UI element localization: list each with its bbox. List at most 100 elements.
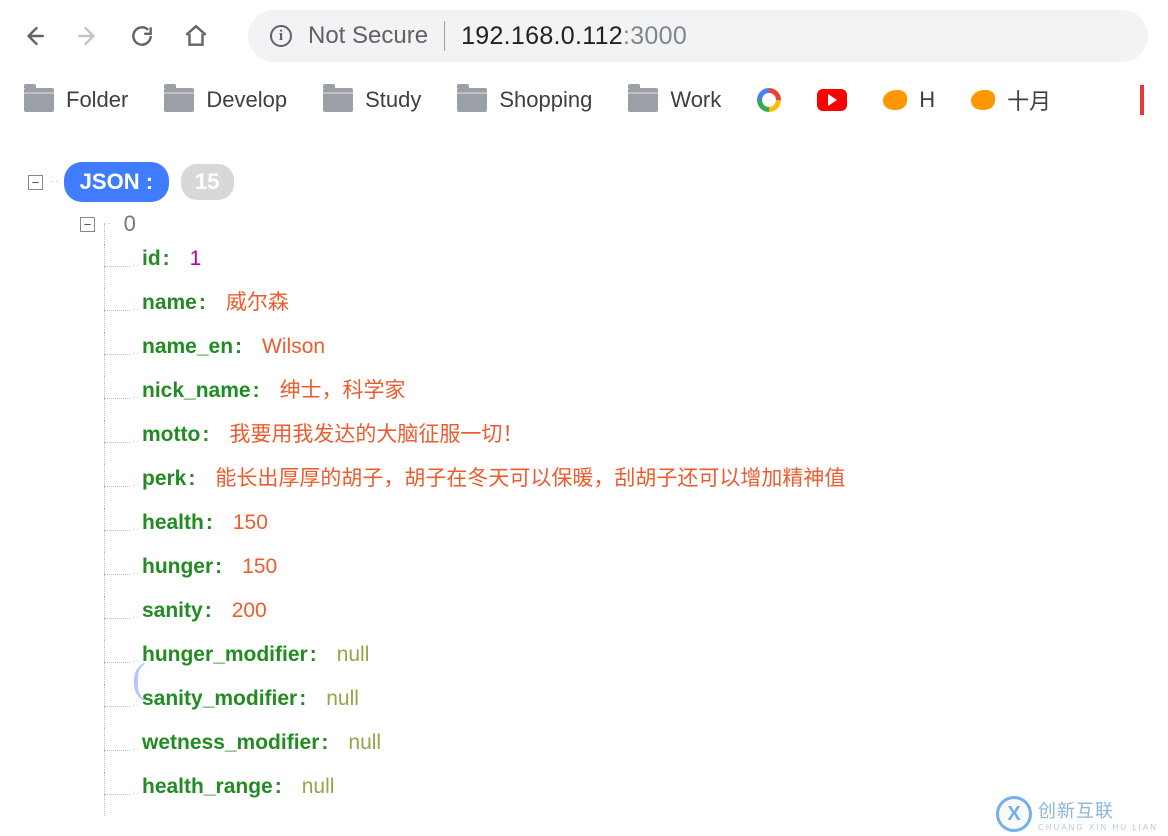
bookmark-label: Study: [365, 87, 421, 113]
json-kv-row[interactable]: ··nick_name :绅士，科学家: [142, 376, 1148, 420]
json-key: wetness_modifier: [142, 728, 319, 757]
json-colon: :: [206, 508, 213, 537]
json-value: 能长出厚厚的胡子，胡子在冬天可以保暖，刮胡子还可以增加精神值: [215, 464, 845, 493]
json-root-row: − ·· JSON : 15: [28, 160, 1148, 204]
url-display: 192.168.0.112:3000: [461, 22, 687, 51]
json-kv-row[interactable]: ··motto :我要用我发达的大脑征服一切！: [142, 420, 1148, 464]
json-value: null: [348, 728, 381, 757]
url-separator: [444, 21, 445, 51]
security-label: Not Secure: [308, 22, 428, 50]
bookmark-develop[interactable]: Develop: [164, 87, 287, 113]
json-key: hunger_modifier: [142, 640, 308, 669]
bookmark-google[interactable]: [757, 88, 781, 112]
tree-connector: ··: [51, 175, 60, 189]
json-kv-row[interactable]: ··sanity :200: [142, 596, 1148, 640]
back-button[interactable]: [20, 22, 48, 50]
json-tree-viewer: − ·· JSON : 15 − ·· 0 ··id :1··name :威尔森…: [0, 128, 1168, 824]
collapse-icon[interactable]: −: [80, 217, 95, 232]
json-key: name_en: [142, 332, 233, 361]
browser-toolbar: i Not Secure 192.168.0.112:3000: [0, 0, 1168, 72]
bookmark-label: Develop: [206, 87, 287, 113]
json-count-badge: 15: [181, 164, 233, 201]
json-colon: :: [188, 464, 195, 493]
json-value: 绅士，科学家: [280, 376, 406, 405]
json-index-label[interactable]: 0: [124, 209, 136, 240]
watermark-logo-icon: X: [996, 796, 1032, 832]
json-value: null: [326, 684, 359, 713]
bookmark-label: Shopping: [499, 87, 592, 113]
forward-button[interactable]: [74, 22, 102, 50]
google-icon: [757, 88, 781, 112]
blob-icon: [971, 90, 995, 110]
home-button[interactable]: [182, 22, 210, 50]
folder-icon: [323, 88, 353, 112]
json-colon: :: [275, 772, 282, 801]
json-kv-row[interactable]: ··sanity_modifier :null: [142, 684, 1148, 728]
json-key: nick_name: [142, 376, 251, 405]
json-kv-row[interactable]: ··hunger :150: [142, 552, 1148, 596]
json-colon: :: [205, 596, 212, 625]
bookmark-label: H: [919, 87, 935, 113]
bookmarks-bar: Folder Develop Study Shopping Work H 十月: [0, 72, 1168, 128]
reload-button[interactable]: [128, 22, 156, 50]
json-colon: :: [235, 332, 242, 361]
json-kv-row[interactable]: ··wetness_modifier :null: [142, 728, 1148, 772]
json-value: null: [302, 772, 335, 801]
watermark: X 创新互联 CHUANG XIN HU LIAN: [996, 796, 1158, 832]
collapse-icon[interactable]: −: [28, 175, 43, 190]
json-value: Wilson: [262, 332, 325, 361]
url-host: 192.168.0.112: [461, 22, 623, 50]
json-key: id: [142, 244, 161, 273]
json-kv-row[interactable]: ··hunger_modifier :null: [142, 640, 1148, 684]
bookmark-folder[interactable]: Folder: [24, 87, 128, 113]
bookmark-youtube[interactable]: [817, 89, 847, 111]
json-colon: :: [163, 244, 170, 273]
folder-icon: [24, 88, 54, 112]
json-kv-row[interactable]: ··health :150: [142, 508, 1148, 552]
json-colon: :: [215, 552, 222, 581]
bookmark-label: 十月: [1007, 84, 1051, 116]
json-key: name: [142, 288, 197, 317]
address-bar[interactable]: i Not Secure 192.168.0.112:3000: [248, 10, 1148, 62]
youtube-icon: [817, 89, 847, 111]
json-colon: :: [202, 420, 209, 449]
folder-icon: [457, 88, 487, 112]
json-root-badge[interactable]: JSON :: [64, 162, 169, 203]
json-key: health_range: [142, 772, 273, 801]
json-key: sanity: [142, 596, 203, 625]
bookmark-label: Folder: [66, 87, 128, 113]
json-value: 150: [242, 552, 277, 581]
bookmark-october[interactable]: 十月: [971, 84, 1051, 116]
json-kv-row[interactable]: ··id :1: [142, 244, 1148, 288]
json-value: 我要用我发达的大脑征服一切！: [229, 420, 523, 449]
json-colon: :: [253, 376, 260, 405]
json-colon: :: [199, 288, 206, 317]
json-kv-row[interactable]: ··name :威尔森: [142, 288, 1148, 332]
json-colon: :: [321, 728, 328, 757]
json-key: health: [142, 508, 204, 537]
bookmark-study[interactable]: Study: [323, 87, 421, 113]
json-kv-row[interactable]: ··name_en :Wilson: [142, 332, 1148, 376]
blob-icon: [883, 90, 907, 110]
json-value: 150: [233, 508, 268, 537]
json-value: null: [337, 640, 370, 669]
json-kv-list: ··id :1··name :威尔森··name_en :Wilson··nic…: [28, 244, 1148, 816]
bookmark-h[interactable]: H: [883, 87, 935, 113]
json-key: motto: [142, 420, 200, 449]
watermark-sub: CHUANG XIN HU LIAN: [1038, 823, 1158, 832]
bookmark-label: Work: [670, 87, 721, 113]
overflow-indicator[interactable]: [1140, 85, 1144, 115]
watermark-brand: 创新互联: [1038, 797, 1158, 823]
bookmark-shopping[interactable]: Shopping: [457, 87, 592, 113]
folder-icon: [164, 88, 194, 112]
json-colon: :: [310, 640, 317, 669]
bookmark-work[interactable]: Work: [628, 87, 721, 113]
folder-icon: [628, 88, 658, 112]
json-key: sanity_modifier: [142, 684, 297, 713]
json-index-row: − ·· 0: [28, 204, 1148, 244]
json-value: 1: [190, 244, 202, 273]
site-info-icon[interactable]: i: [270, 25, 292, 47]
json-key: hunger: [142, 552, 213, 581]
json-kv-row[interactable]: ··perk :能长出厚厚的胡子，胡子在冬天可以保暖，刮胡子还可以增加精神值: [142, 464, 1148, 508]
json-value: 200: [232, 596, 267, 625]
